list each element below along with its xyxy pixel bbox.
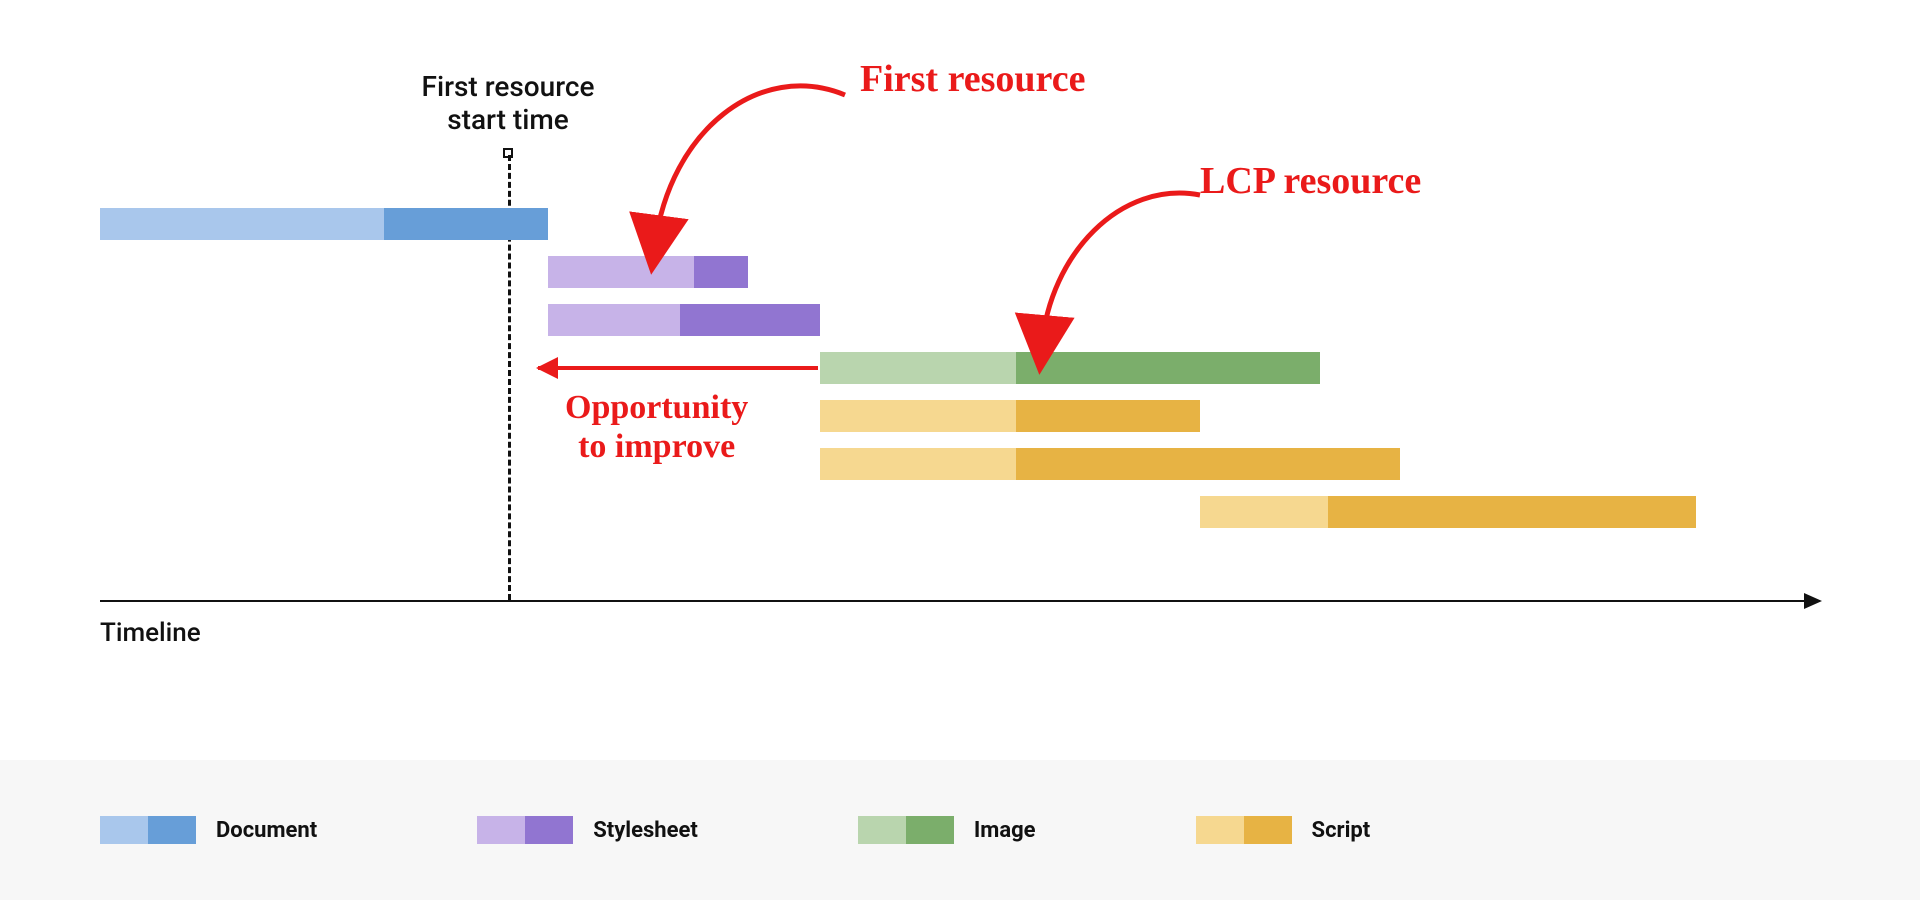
lcp-resource-arrow-icon [1030,185,1230,355]
swatch-dark [1244,816,1292,844]
legend-label: Stylesheet [593,818,698,843]
lcp-resource-annotation: LCP resource [1200,160,1421,204]
bar-segment-download [1016,448,1400,480]
resource-bar-document [100,208,548,240]
legend-swatch [1196,816,1292,844]
bar-segment-download [1016,400,1200,432]
resource-bar-script-2 [820,448,1400,480]
marker-label: First resource start time [422,70,595,136]
legend-label: Document [216,818,317,843]
first-resource-label: First resource [860,58,1085,100]
lcp-resource-label: LCP resource [1200,160,1421,202]
opportunity-arrow [538,366,818,370]
resource-bar-script-1 [820,400,1200,432]
swatch-light [100,816,148,844]
bar-segment-wait [820,400,1016,432]
legend-label: Script [1312,818,1371,843]
swatch-light [1196,816,1244,844]
resource-bar-script-3 [1200,496,1696,528]
legend-item-document: Document [100,816,317,844]
opportunity-label-line2: to improve [578,428,735,465]
legend-item-script: Script [1196,816,1371,844]
first-resource-arrow-icon [640,70,860,250]
opportunity-label-line1: Opportunity [565,389,748,426]
legend-item-image: Image [858,816,1036,844]
swatch-dark [525,816,573,844]
opportunity-annotation: Opportunity to improve [565,388,748,466]
resource-bar-stylesheet-2 [548,304,820,336]
bar-segment-wait [820,352,1016,384]
bar-segment-wait [1200,496,1328,528]
bar-segment-download [384,208,548,240]
bar-segment-download [1328,496,1696,528]
timeline-axis-label: Timeline [100,618,201,648]
legend-item-stylesheet: Stylesheet [477,816,698,844]
bar-segment-wait [100,208,384,240]
bar-segment-download [680,304,820,336]
swatch-light [858,816,906,844]
bar-segment-wait [820,448,1016,480]
swatch-dark [148,816,196,844]
bar-segment-download [694,256,748,288]
legend-label: Image [974,818,1036,843]
legend-swatch [100,816,196,844]
marker-label-line1: First resource [422,70,595,103]
resource-bar-stylesheet-1 [548,256,748,288]
waterfall-chart: First resource start time Opportunity to… [100,70,1820,670]
bar-segment-wait [548,304,680,336]
bar-segment-download [1016,352,1320,384]
swatch-light [477,816,525,844]
bar-segment-wait [548,256,694,288]
resource-bar-image-lcp [820,352,1320,384]
legend-swatch [477,816,573,844]
legend: Document Stylesheet Image Script [0,760,1920,900]
swatch-dark [906,816,954,844]
timeline-axis [100,600,1820,602]
first-resource-annotation: First resource [860,58,1085,102]
marker-label-line2: start time [447,103,569,136]
legend-swatch [858,816,954,844]
